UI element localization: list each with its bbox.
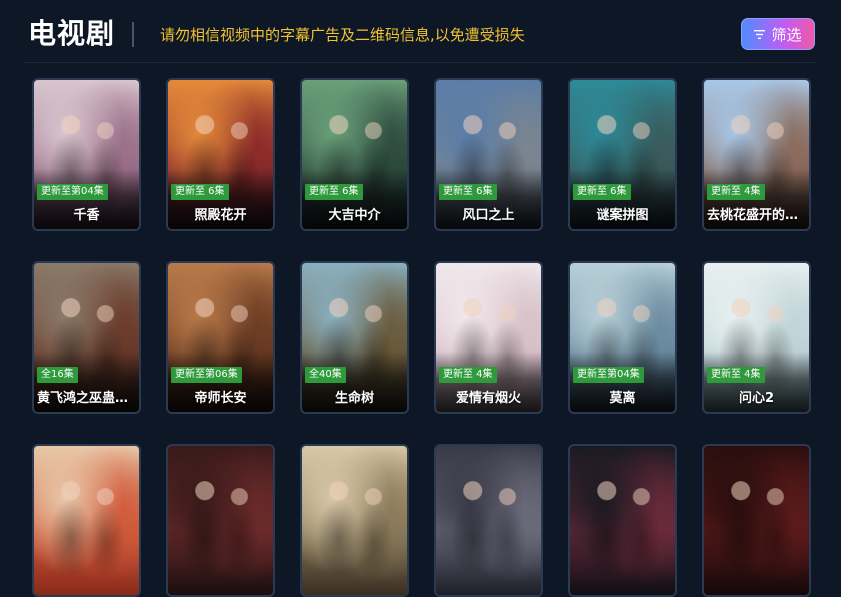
poster-figures xyxy=(302,446,407,595)
drama-card[interactable]: 更新至 4集爱情有烟火 xyxy=(434,261,543,414)
drama-card[interactable] xyxy=(434,444,543,597)
page-title: 电视剧 xyxy=(28,17,116,50)
poster-figures xyxy=(436,446,541,595)
episode-badge: 更新至第04集 xyxy=(37,184,108,200)
poster-figures xyxy=(704,446,809,595)
filter-label: 筛选 xyxy=(771,25,802,44)
drama-card[interactable] xyxy=(300,444,409,597)
drama-title: 谜案拼图 xyxy=(596,208,649,223)
drama-title: 莫离 xyxy=(609,391,636,406)
drama-card[interactable]: 更新至第04集千香 xyxy=(32,78,141,231)
drama-card[interactable]: 更新至 4集去桃花盛开的地方 xyxy=(702,78,811,231)
drama-title: 问心2 xyxy=(738,391,775,406)
drama-card[interactable]: 更新至 6集照殿花开 xyxy=(166,78,275,231)
drama-title: 生命树 xyxy=(334,391,374,406)
episode-badge: 更新至 4集 xyxy=(707,367,765,383)
drama-card[interactable]: 更新至第04集莫离 xyxy=(568,261,677,414)
notice-text: 请勿相信视频中的字幕广告及二维码信息,以免遭受损失 xyxy=(160,26,525,44)
drama-title: 大吉中介 xyxy=(328,208,381,223)
drama-card[interactable]: 全16集黄飞鸿之巫蛊邪灵 xyxy=(32,261,141,414)
drama-title: 爱情有烟火 xyxy=(455,391,521,406)
poster-figures xyxy=(34,446,139,595)
drama-title: 黄飞鸿之巫蛊邪灵 xyxy=(37,391,139,406)
drama-title: 风口之上 xyxy=(462,208,515,223)
drama-card[interactable] xyxy=(32,444,141,597)
drama-card[interactable]: 更新至第06集帝师长安 xyxy=(166,261,275,414)
drama-title: 帝师长安 xyxy=(194,391,247,406)
poster-figures xyxy=(570,446,675,595)
episode-badge: 更新至 6集 xyxy=(573,184,631,200)
episode-badge: 更新至 4集 xyxy=(439,367,497,383)
drama-card[interactable]: 更新至 6集谜案拼图 xyxy=(568,78,677,231)
filter-button[interactable]: 筛选 xyxy=(741,18,815,50)
header-divider xyxy=(24,62,816,63)
episode-badge: 更新至第04集 xyxy=(573,367,644,383)
episode-badge: 更新至 6集 xyxy=(439,184,497,200)
episode-badge: 更新至 6集 xyxy=(171,184,229,200)
filter-icon xyxy=(754,29,766,39)
drama-card[interactable] xyxy=(166,444,275,597)
title-divider xyxy=(132,22,134,47)
episode-badge: 更新至 4集 xyxy=(707,184,765,200)
header: 电视剧 请勿相信视频中的字幕广告及二维码信息,以免遭受损失 筛选 xyxy=(0,0,841,63)
drama-card[interactable]: 更新至 6集风口之上 xyxy=(434,78,543,231)
episode-badge: 更新至 6集 xyxy=(305,184,363,200)
drama-card[interactable] xyxy=(568,444,677,597)
drama-title: 千香 xyxy=(73,208,100,223)
drama-card[interactable]: 全40集生命树 xyxy=(300,261,409,414)
drama-card[interactable]: 更新至 4集问心2 xyxy=(702,261,811,414)
drama-card[interactable] xyxy=(702,444,811,597)
poster-figures xyxy=(168,446,273,595)
drama-title: 照殿花开 xyxy=(194,208,247,223)
episode-badge: 全40集 xyxy=(305,367,346,383)
episode-badge: 更新至第06集 xyxy=(171,367,242,383)
episode-badge: 全16集 xyxy=(37,367,78,383)
drama-card[interactable]: 更新至 6集大吉中介 xyxy=(300,78,409,231)
drama-title: 去桃花盛开的地方 xyxy=(707,208,809,223)
